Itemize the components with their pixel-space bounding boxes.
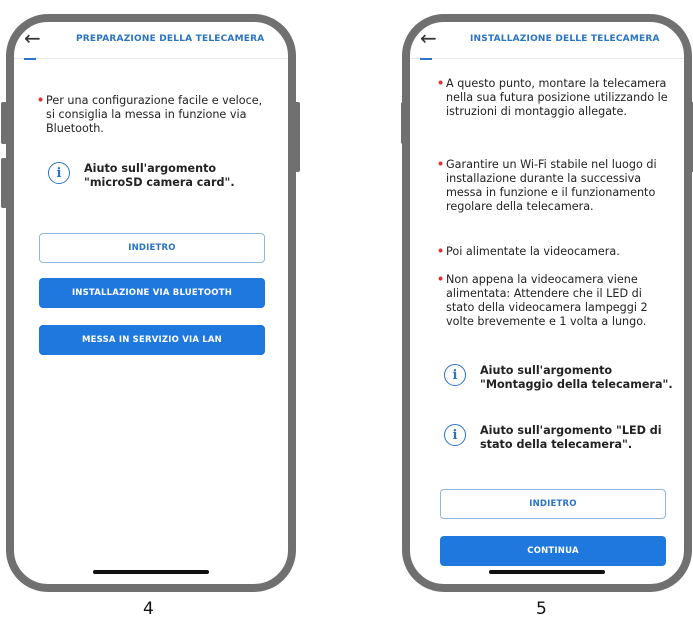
bullet-dot-icon: •	[437, 77, 445, 90]
side-button	[1, 158, 7, 208]
back-arrow-icon[interactable]: ←	[24, 28, 41, 48]
help-text: Aiuto sull'argomento "LED di stato della…	[480, 424, 662, 451]
bullet-text: Non appena la videocamera viene alimenta…	[446, 273, 648, 328]
back-button[interactable]: INDIETRO	[440, 489, 666, 519]
help-link-microsd[interactable]: i Aiuto sull'argomento "microSD camera c…	[48, 162, 268, 190]
page-title: INSTALLAZIONE DELLE TELECAMERA	[470, 34, 660, 44]
bullet-text: Poi alimentate la videocamera.	[446, 245, 620, 258]
bullet-text: Garantire un Wi-Fi stabile nel luogo di …	[446, 158, 657, 213]
page-title: PREPARAZIONE DELLA TELECAMERA	[76, 34, 265, 44]
back-arrow-icon[interactable]: ←	[420, 28, 437, 48]
help-link-led[interactable]: i Aiuto sull'argomento "LED di stato del…	[444, 424, 676, 452]
bullet-item: • A questo punto, montare la telecamera …	[437, 77, 670, 119]
bullet-dot-icon: •	[437, 245, 445, 258]
home-indicator	[93, 570, 209, 574]
info-icon: i	[48, 162, 70, 184]
help-link-montaggio[interactable]: i Aiuto sull'argomento "Montaggio della …	[444, 364, 676, 392]
bullet-dot-icon: •	[437, 273, 445, 286]
phone-frame-4: ← PREPARAZIONE DELLA TELECAMERA • Per un…	[6, 14, 296, 592]
help-text: Aiuto sull'argomento "Montaggio della te…	[480, 364, 673, 391]
home-indicator	[489, 570, 605, 574]
title-underline	[24, 58, 36, 60]
side-button	[1, 102, 7, 144]
screen-number-4: 4	[143, 599, 154, 619]
bullet-text: A questo punto, montare la telecamera ne…	[446, 77, 668, 118]
lan-setup-button[interactable]: MESSA IN SERVIZIO VIA LAN	[39, 325, 265, 355]
bullet-item: • Per una configurazione facile e veloce…	[37, 94, 268, 136]
help-text: Aiuto sull'argomento "microSD camera car…	[84, 162, 235, 189]
side-button	[294, 102, 300, 172]
title-underline	[420, 58, 432, 60]
bullet-dot-icon: •	[37, 94, 45, 107]
info-icon: i	[444, 424, 466, 446]
bullet-item: • Non appena la videocamera viene alimen…	[437, 273, 670, 329]
screen-preparazione: ← PREPARAZIONE DELLA TELECAMERA • Per un…	[14, 22, 288, 584]
continue-button[interactable]: CONTINUA	[440, 536, 666, 566]
top-bar: ← PREPARAZIONE DELLA TELECAMERA	[14, 22, 288, 60]
info-icon: i	[444, 364, 466, 386]
bullet-dot-icon: •	[437, 158, 445, 171]
back-button[interactable]: INDIETRO	[39, 233, 265, 263]
side-button	[401, 102, 407, 144]
bullet-text: Per una configurazione facile e veloce, …	[46, 94, 263, 135]
bluetooth-install-button[interactable]: INSTALLAZIONE VIA BLUETOOTH	[39, 278, 265, 308]
screen-number-5: 5	[536, 599, 547, 619]
bullet-item: • Poi alimentate la videocamera.	[437, 245, 670, 259]
screen-installazione: ← INSTALLAZIONE DELLE TELECAMERA • A que…	[410, 22, 684, 584]
phone-frame-5: ← INSTALLAZIONE DELLE TELECAMERA • A que…	[402, 14, 692, 592]
bullet-item: • Garantire un Wi-Fi stabile nel luogo d…	[437, 158, 670, 214]
top-bar: ← INSTALLAZIONE DELLE TELECAMERA	[410, 22, 684, 60]
